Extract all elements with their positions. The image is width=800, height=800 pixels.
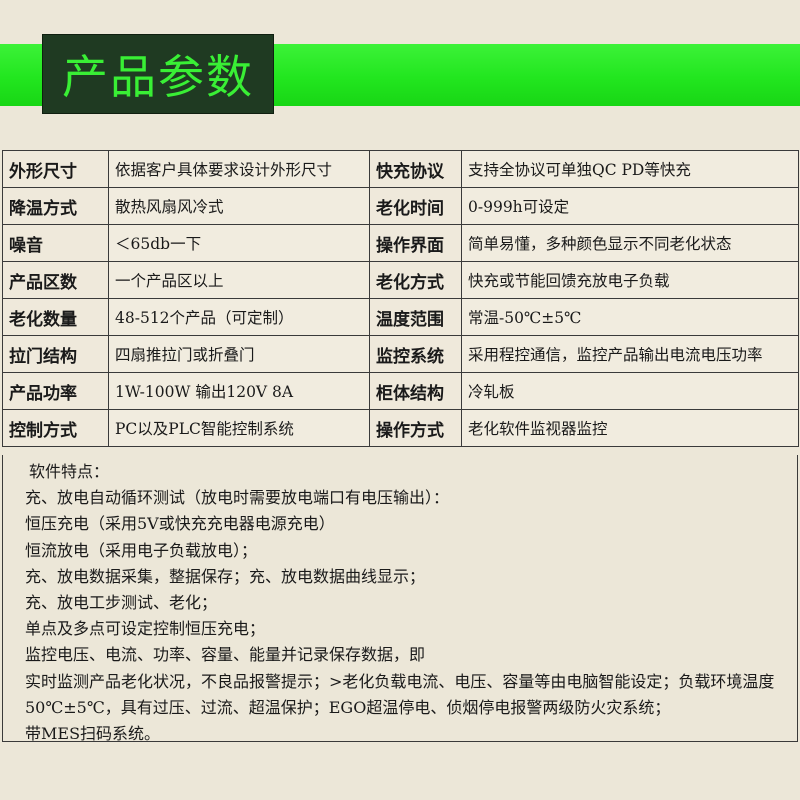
spec-value: 一个产品区以上 — [108, 261, 370, 299]
spec-key: 操作方式 — [369, 409, 462, 447]
spec-key: 柜体结构 — [369, 372, 462, 410]
spec-value: 依据客户具体要求设计外形尺寸 — [108, 150, 370, 188]
table-row: 降温方式 散热风扇风冷式 老化时间 0-999h可设定 — [2, 187, 799, 225]
table-row: 控制方式 PC以及PLC智能控制系统 操作方式 老化软件监视器监控 — [2, 409, 799, 447]
feature-line: 充、放电工步测试、老化； — [25, 593, 218, 613]
feature-line: 监控电压、电流、功率、容量、能量并记录保存数据，即 — [25, 645, 426, 665]
table-row: 拉门结构 四扇推拉门或折叠门 监控系统 采用程控通信，监控产品输出电流电压功率 — [2, 335, 799, 373]
spec-key: 控制方式 — [2, 409, 109, 447]
feature-line: 实时监测产品老化状况，不良品报警提示；>老化负载电流、电压、容量等由电脑智能设定… — [25, 671, 775, 691]
spec-value: ＜65db一下 — [108, 224, 370, 262]
spec-value: 1W-100W 输出120V 8A — [108, 372, 370, 410]
spec-key: 温度范围 — [369, 298, 462, 336]
spec-key: 老化时间 — [369, 187, 462, 225]
spec-key: 外形尺寸 — [2, 150, 109, 188]
spec-value: 采用程控通信，监控产品输出电流电压功率 — [461, 335, 799, 373]
feature-line: 恒流放电（采用电子负载放电）； — [25, 540, 258, 560]
spec-key: 监控系统 — [369, 335, 462, 373]
spec-table: 外形尺寸 依据客户具体要求设计外形尺寸 快充协议 支持全协议可单独QC PD等快… — [2, 150, 799, 447]
table-row: 产品功率 1W-100W 输出120V 8A 柜体结构 冷轧板 — [2, 372, 799, 410]
spec-value: 四扇推拉门或折叠门 — [108, 335, 370, 373]
feature-line: 恒压充电（采用5V或快充充电器电源充电） — [25, 514, 335, 534]
spec-key: 快充协议 — [369, 150, 462, 188]
feature-line: 充、放电数据采集，整据保存；充、放电数据曲线显示； — [25, 566, 426, 586]
spec-value: 常温-50℃±5℃ — [461, 298, 799, 336]
table-row: 老化数量 48-512个产品（可定制） 温度范围 常温-50℃±5℃ — [2, 298, 799, 336]
table-row: 噪音 ＜65db一下 操作界面 简单易懂，多种颜色显示不同老化状态 — [2, 224, 799, 262]
software-features: 软件特点： 充、放电自动循环测试（放电时需要放电端口有电压输出）： 恒压充电（采… — [2, 455, 798, 743]
spec-value: 冷轧板 — [461, 372, 799, 410]
spec-key: 老化方式 — [369, 261, 462, 299]
spec-value: PC以及PLC智能控制系统 — [108, 409, 370, 447]
spec-value: 简单易懂，多种颜色显示不同老化状态 — [461, 224, 799, 262]
spec-value: 48-512个产品（可定制） — [108, 298, 370, 336]
spec-key: 操作界面 — [369, 224, 462, 262]
table-row: 外形尺寸 依据客户具体要求设计外形尺寸 快充协议 支持全协议可单独QC PD等快… — [2, 150, 799, 188]
features-heading: 软件特点： — [29, 462, 110, 481]
spec-value: 支持全协议可单独QC PD等快充 — [461, 150, 799, 188]
page-title: 产品参数 — [62, 50, 254, 104]
title-box: 产品参数 — [42, 34, 274, 114]
spec-value: 0-999h可设定 — [461, 187, 799, 225]
feature-line: 带MES扫码系统。 — [25, 724, 161, 744]
spec-key: 噪音 — [2, 224, 109, 262]
spec-value: 散热风扇风冷式 — [108, 187, 370, 225]
spec-key: 拉门结构 — [2, 335, 109, 373]
spec-value: 老化软件监视器监控 — [461, 409, 799, 447]
spec-key: 产品功率 — [2, 372, 109, 410]
table-row: 产品区数 一个产品区以上 老化方式 快充或节能回馈充放电子负载 — [2, 261, 799, 299]
spec-key: 降温方式 — [2, 187, 109, 225]
spec-value: 快充或节能回馈充放电子负载 — [461, 261, 799, 299]
feature-line: 单点及多点可设定控制恒压充电； — [25, 619, 266, 639]
feature-line: 充、放电自动循环测试（放电时需要放电端口有电压输出）： — [25, 488, 450, 508]
spec-key: 老化数量 — [2, 298, 109, 336]
feature-line: 50℃±5℃，具有过压、过流、超温保护；EGO超温停电、侦烟停电报警两级防火灾系… — [25, 697, 671, 717]
spec-key: 产品区数 — [2, 261, 109, 299]
